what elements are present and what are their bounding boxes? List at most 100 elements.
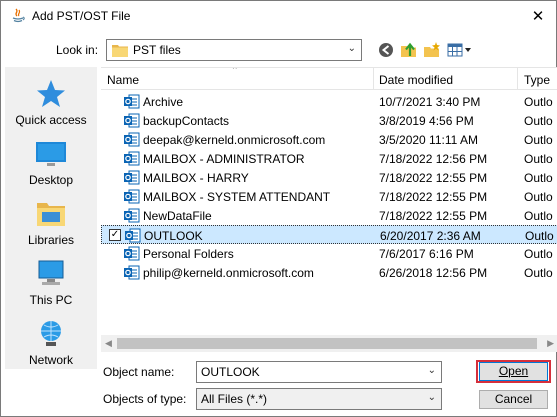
new-folder-icon[interactable] [422, 41, 442, 59]
place-label: Network [28, 353, 73, 367]
file-type: Outlo [524, 247, 553, 261]
look-in-label: Look in: [56, 43, 99, 57]
outlook-data-file-icon [124, 265, 140, 280]
open-button[interactable]: Open [479, 362, 548, 381]
title-bar: Add PST/OST File ✕ [1, 1, 556, 31]
up-folder-icon[interactable] [399, 41, 419, 59]
outlook-data-file-icon [124, 113, 140, 128]
scrollbar-thumb[interactable] [117, 338, 537, 349]
place-desktop[interactable]: Desktop [5, 137, 97, 187]
file-name: NewDataFile [143, 209, 212, 223]
file-row[interactable]: Archive 10/7/2021 3:40 PM Outlo [101, 92, 557, 111]
look-in-dropdown[interactable]: PST files ⌄ [106, 39, 362, 61]
file-name: Personal Folders [143, 247, 234, 261]
close-icon: ✕ [531, 8, 545, 25]
object-name-input[interactable]: OUTLOOK ⌄ [196, 361, 442, 383]
file-row[interactable]: ✓ OUTLOOK 6/20/2017 2:36 AM Outlo [101, 225, 557, 244]
file-row[interactable]: backupContacts 3/8/2019 4:56 PM Outlo [101, 111, 557, 130]
file-name: Archive [143, 95, 184, 109]
file-type: Outlo [524, 133, 553, 147]
places-sidebar: Quick access Desktop Libraries This PC N… [5, 67, 97, 369]
file-date-modified: 3/5/2020 11:11 AM [379, 133, 478, 147]
file-date-modified: 7/6/2017 6:16 PM [379, 247, 474, 261]
window-title: Add PST/OST File [32, 9, 131, 23]
object-name-value: OUTLOOK [201, 365, 260, 379]
place-libraries[interactable]: Libraries [5, 197, 97, 247]
row-checkbox[interactable]: ✓ [109, 229, 121, 241]
column-header-date[interactable]: Date modified [379, 73, 453, 87]
file-name: backupContacts [143, 114, 230, 128]
add-pst-ost-dialog: Add PST/OST File ✕ Look in: PST files ⌄ [0, 0, 557, 417]
open-button-label: Open [498, 364, 529, 378]
file-name: MAILBOX - ADMINISTRATOR [143, 152, 305, 166]
close-button[interactable]: ✕ [528, 6, 548, 26]
file-row[interactable]: NewDataFile 7/18/2022 12:55 PM Outlo [101, 206, 557, 225]
this-pc-icon [38, 260, 64, 285]
file-row[interactable]: philip@kerneld.onmicrosoft.com 6/26/2018 … [101, 263, 557, 282]
file-name: MAILBOX - SYSTEM ATTENDANT [143, 190, 331, 204]
place-label: Libraries [27, 233, 75, 247]
libraries-icon [37, 203, 65, 226]
file-date-modified: 7/18/2022 12:55 PM [379, 190, 488, 204]
file-date-modified: 7/18/2022 12:55 PM [379, 209, 488, 223]
outlook-data-file-icon [124, 170, 140, 185]
chevron-down-icon[interactable]: ⌄ [428, 365, 436, 376]
file-type: Outlo [524, 171, 553, 185]
place-label: This PC [29, 293, 73, 307]
scroll-left-icon[interactable]: ◀ [105, 338, 112, 349]
file-type: Outlo [524, 209, 553, 223]
horizontal-scrollbar[interactable]: ◀ ▶ [101, 335, 557, 352]
chevron-down-icon: ⌄ [347, 43, 356, 54]
view-menu-icon[interactable] [446, 41, 472, 59]
file-type: Outlo [525, 229, 554, 243]
column-divider[interactable] [373, 68, 374, 90]
object-name-label: Object name: [103, 365, 175, 379]
file-date-modified: 6/20/2017 2:36 AM [380, 229, 481, 243]
file-date-modified: 3/8/2019 4:56 PM [379, 114, 474, 128]
file-row[interactable]: MAILBOX - SYSTEM ATTENDANT 7/18/2022 12:5… [101, 187, 557, 206]
file-date-modified: 6/26/2018 12:56 PM [379, 266, 488, 280]
file-date-modified: 7/18/2022 12:55 PM [379, 171, 488, 185]
objects-of-type-dropdown[interactable]: All Files (*.*) ⌄ [196, 388, 442, 410]
look-in-value: PST files [133, 43, 181, 57]
file-row[interactable]: MAILBOX - ADMINISTRATOR 7/18/2022 12:56 P… [101, 149, 557, 168]
objects-of-type-label: Objects of type: [103, 392, 187, 406]
network-icon [41, 321, 61, 346]
file-list-header: ⌃ Name Date modified Type [101, 68, 557, 90]
file-row[interactable]: MAILBOX - HARRY 7/18/2022 12:55 PM Outlo [101, 168, 557, 187]
file-name: philip@kerneld.onmicrosoft.com [143, 266, 314, 280]
file-type: Outlo [524, 152, 553, 166]
file-date-modified: 7/18/2022 12:56 PM [379, 152, 488, 166]
outlook-data-file-icon [124, 151, 140, 166]
outlook-data-file-icon [124, 132, 140, 147]
file-type: Outlo [524, 190, 553, 204]
column-divider[interactable] [517, 68, 518, 90]
quick-access-star-icon [37, 80, 65, 107]
file-type: Outlo [524, 114, 553, 128]
file-type: Outlo [524, 95, 553, 109]
file-row[interactable]: Personal Folders 7/6/2017 6:16 PM Outlo [101, 244, 557, 263]
outlook-data-file-icon [125, 228, 141, 243]
java-app-icon [12, 8, 25, 23]
outlook-data-file-icon [124, 208, 140, 223]
column-header-name[interactable]: Name [107, 73, 139, 87]
outlook-data-file-icon [124, 94, 140, 109]
column-header-type[interactable]: Type [524, 73, 550, 87]
file-row[interactable]: deepak@kerneld.onmicrosoft.com 3/5/2020 1… [101, 130, 557, 149]
cancel-button[interactable]: Cancel [479, 390, 548, 409]
place-quick-access[interactable]: Quick access [5, 77, 97, 127]
outlook-data-file-icon [124, 246, 140, 261]
file-name: OUTLOOK [144, 229, 203, 243]
place-this-pc[interactable]: This PC [5, 257, 97, 307]
file-date-modified: 10/7/2021 3:40 PM [379, 95, 481, 109]
scroll-right-icon[interactable]: ▶ [547, 338, 554, 349]
outlook-data-file-icon [124, 189, 140, 204]
chevron-down-icon: ⌄ [427, 392, 436, 403]
back-icon[interactable] [376, 41, 396, 59]
place-network[interactable]: Network [5, 317, 97, 367]
objects-of-type-value: All Files (*.*) [201, 392, 268, 406]
sort-ascending-icon: ⌃ [231, 67, 239, 75]
place-label: Quick access [15, 113, 87, 127]
file-list[interactable]: ⌃ Name Date modified Type Archive 10/7/20… [101, 67, 557, 350]
cancel-button-label: Cancel [494, 392, 533, 406]
